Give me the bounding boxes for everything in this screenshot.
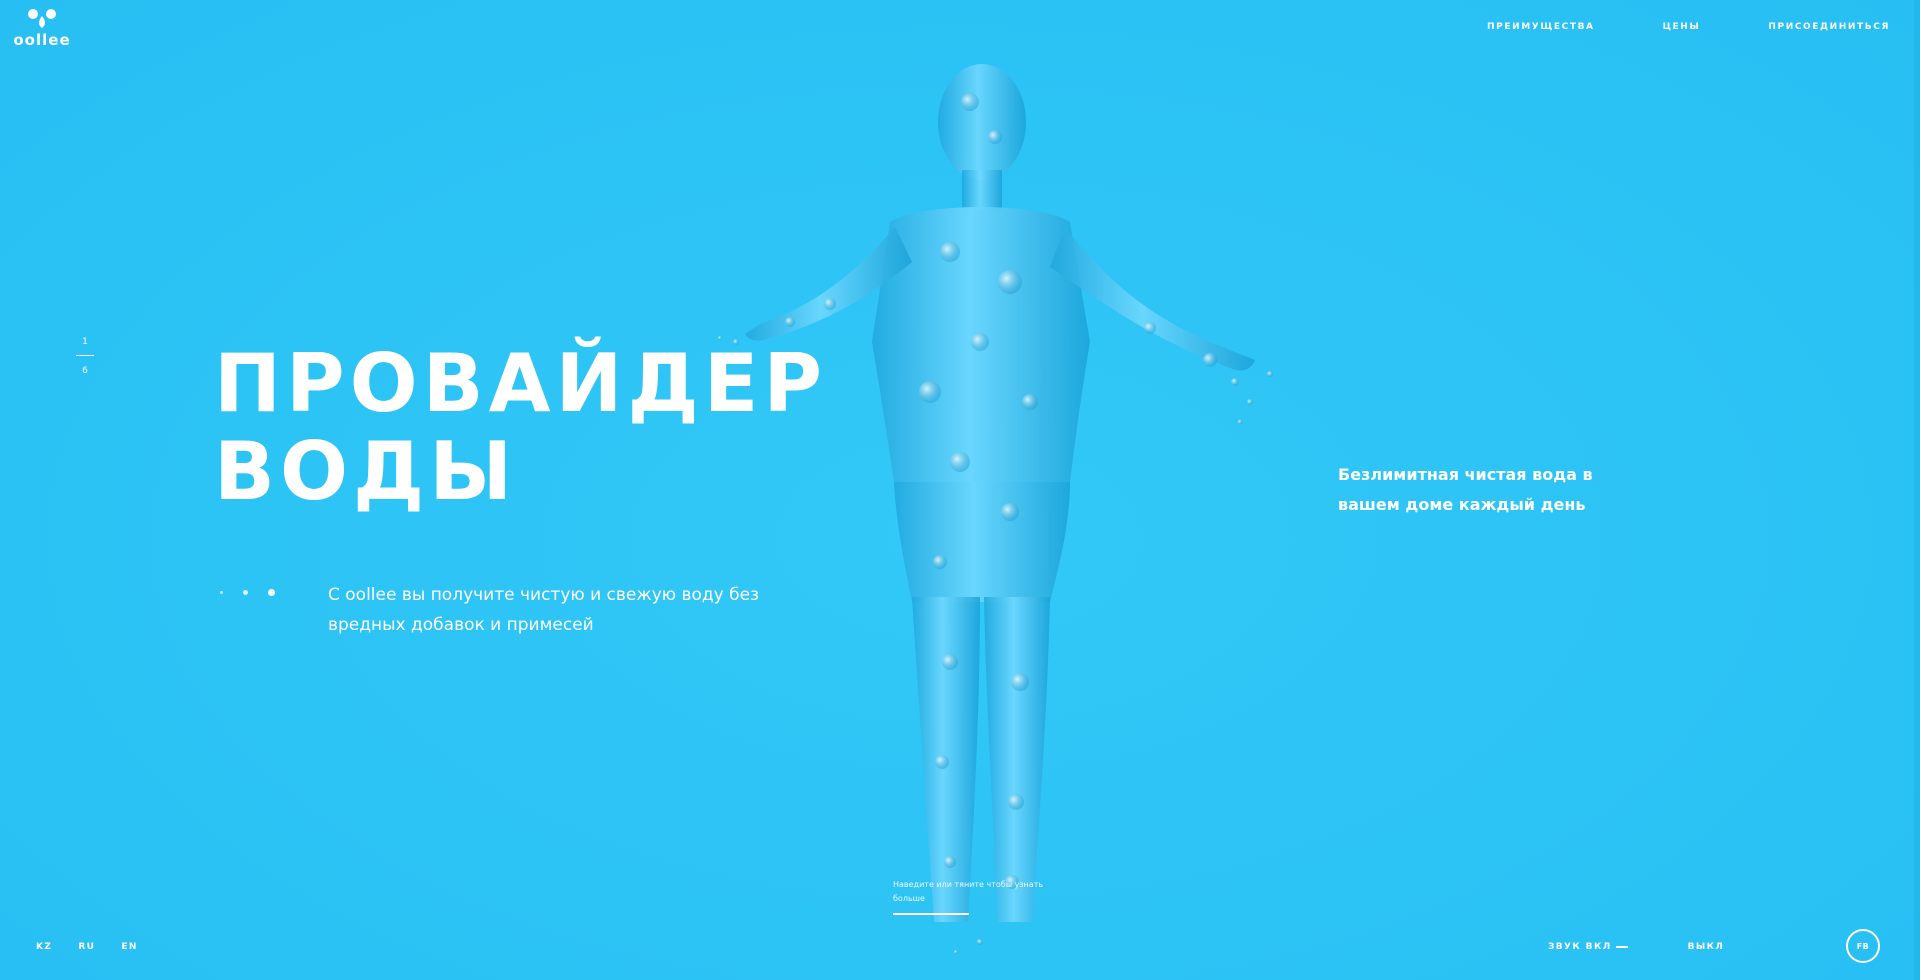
sound-toggle: ЗВУК ВКЛ ВЫКЛ <box>1548 942 1724 952</box>
facebook-button[interactable]: FB <box>1846 929 1880 963</box>
intro-text: С oollee вы получите чистую и свежую вод… <box>328 585 760 635</box>
nav-item-prices[interactable]: ЦЕНЫ <box>1663 22 1701 32</box>
lang-ru[interactable]: RU <box>78 942 95 952</box>
dot-small <box>220 591 223 594</box>
page: oollee ПРЕИМУЩЕСТВА ЦЕНЫ ПРИСОЕДИНИТЬСЯ … <box>0 0 1920 980</box>
page-title: ПРОВАЙДЕР ВОДЫ <box>214 340 827 516</box>
hint-underline <box>893 913 969 915</box>
slide-counter: 1 6 <box>76 337 94 376</box>
dot-medium <box>243 590 248 595</box>
sound-active-indicator <box>1615 946 1628 948</box>
slide-counter-divider <box>76 355 94 356</box>
logo[interactable]: oollee <box>12 8 72 49</box>
nav-item-join[interactable]: ПРИСОЕДИНИТЬСЯ <box>1768 22 1890 32</box>
nav-item-advantages[interactable]: ПРЕИМУЩЕСТВА <box>1487 22 1595 32</box>
interaction-hint: Наведите или тяните чтобы узнать больше <box>893 880 1044 903</box>
title-line-1: ПРОВАЙДЕР <box>214 337 827 430</box>
lang-kz[interactable]: KZ <box>36 942 52 952</box>
logo-text: oollee <box>13 31 71 49</box>
sound-on-button[interactable]: ЗВУК ВКЛ <box>1548 942 1612 952</box>
title-line-2: ВОДЫ <box>214 425 518 518</box>
facebook-label: FB <box>1856 941 1870 951</box>
lang-en[interactable]: EN <box>121 942 137 952</box>
slide-total: 6 <box>82 366 88 376</box>
sound-off-button[interactable]: ВЫКЛ <box>1688 942 1725 952</box>
top-navigation: ПРЕИМУЩЕСТВА ЦЕНЫ ПРИСОЕДИНИТЬСЯ <box>1419 22 1890 32</box>
water-drops-logo-icon <box>28 9 56 28</box>
decorative-dots <box>220 589 275 596</box>
side-text: Безлимитная чистая вода в вашем доме каж… <box>1338 465 1593 514</box>
slide-current: 1 <box>82 337 88 347</box>
scrollbar[interactable] <box>1914 0 1920 980</box>
dot-large <box>268 589 275 596</box>
language-switcher: KZ RU EN <box>36 942 138 952</box>
